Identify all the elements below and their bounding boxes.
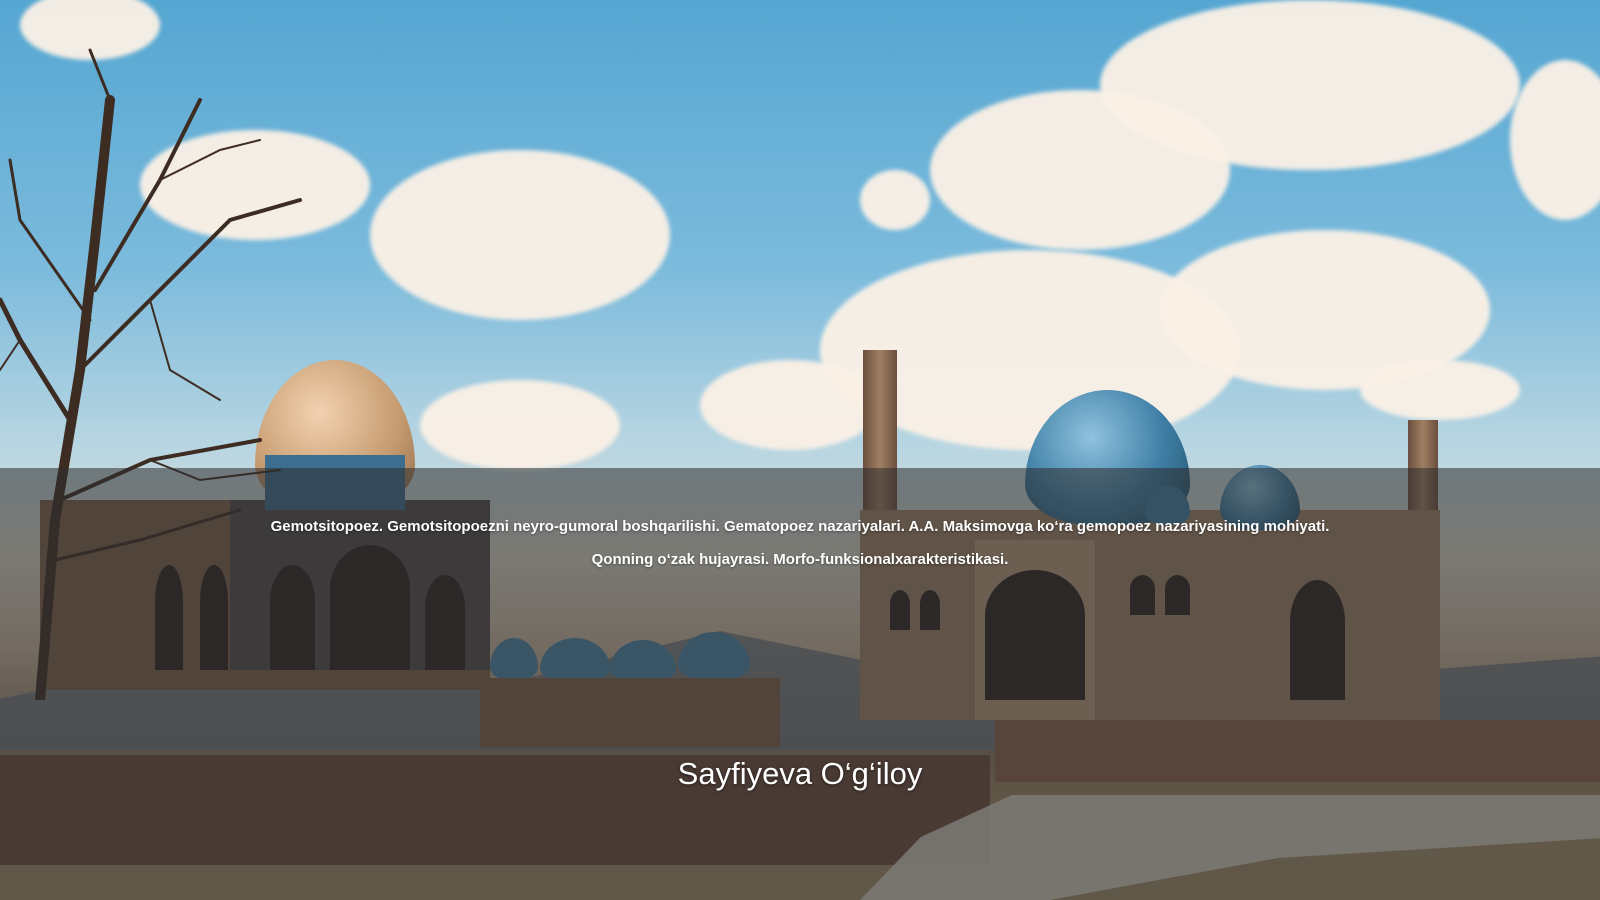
- author-name: Sayfiyeva O‘g‘iloy: [677, 756, 923, 791]
- subtitle-line-2: Qonning o‘zak hujayrasi. Morfo-funksiona…: [591, 551, 1009, 568]
- subtitle-line-1: Gemotsitopoez. Gemotsitopoezni neyro-gum…: [270, 518, 1330, 535]
- slide-subtitle: Gemotsitopoez. Gemotsitopoezni neyro-gum…: [0, 510, 1600, 576]
- slide: Gemotsitopoez. Gemotsitopoezni neyro-gum…: [0, 0, 1600, 900]
